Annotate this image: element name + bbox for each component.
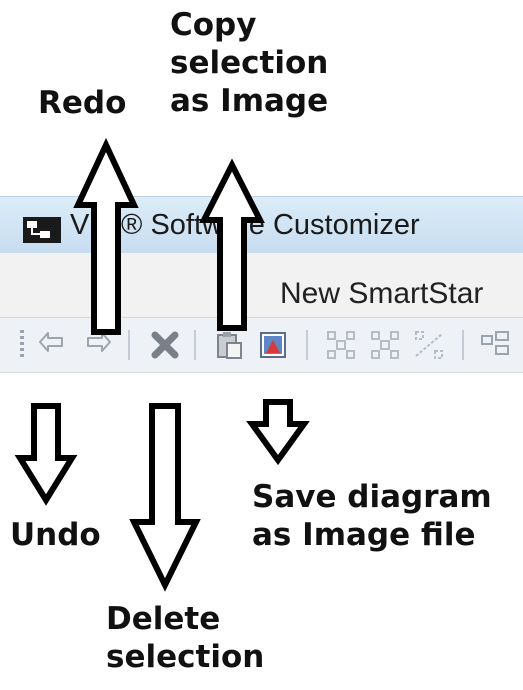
callout-save-line1: Save diagram (252, 479, 492, 515)
redo-up-arrow (73, 137, 139, 335)
callout-undo: Undo (10, 517, 101, 553)
undo-down-arrow (14, 403, 78, 506)
save-down-arrow (246, 399, 310, 466)
copy-up-arrow (199, 158, 265, 331)
callout-delete-line1: Delete (106, 601, 221, 637)
callout-save: Save diagram as Image file (252, 478, 492, 554)
callout-delete-line2: selection (106, 639, 265, 675)
delete-down-arrow (129, 403, 201, 592)
callout-save-line2: as Image file (252, 517, 476, 553)
callout-arrows (14, 137, 310, 592)
callout-delete: Delete selection (106, 600, 264, 676)
